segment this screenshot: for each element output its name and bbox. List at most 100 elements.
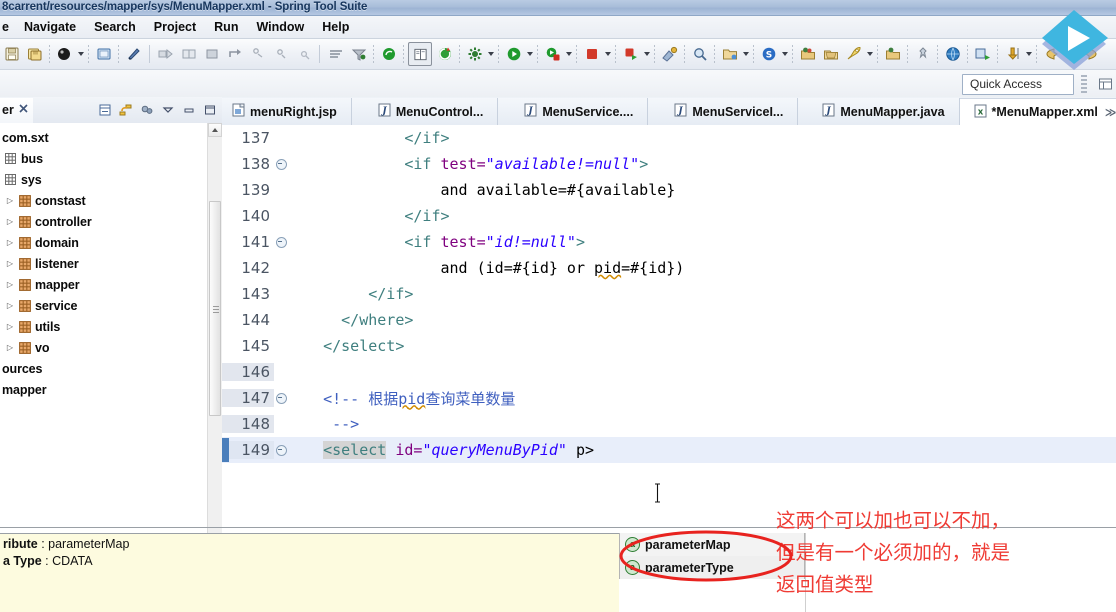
editor-tab-menumapper-java[interactable]: J MenuMapper.java (798, 98, 960, 125)
new-folder-icon[interactable] (719, 43, 740, 65)
refresh-icon[interactable] (434, 43, 455, 65)
editor-tab-menuserviceimpl[interactable]: J MenuServiceI... (648, 98, 799, 125)
menu-item-edit[interactable]: e (0, 18, 15, 36)
step-return-icon[interactable] (270, 43, 291, 65)
filter-icon[interactable] (348, 43, 369, 65)
minimize-icon[interactable] (179, 101, 198, 119)
spring-icon[interactable] (378, 43, 399, 65)
tree-item-ources[interactable]: ources (0, 358, 208, 379)
tree-item-sys[interactable]: sys (0, 169, 208, 190)
link-editor-icon[interactable] (116, 101, 135, 119)
fold-marker[interactable] (274, 158, 288, 170)
open-type-icon[interactable] (408, 42, 432, 66)
editor-tab-menuservice[interactable]: J MenuService.... (498, 98, 649, 125)
expand-arrow-icon[interactable]: ▷ (4, 238, 16, 247)
expand-arrow-icon[interactable]: ▷ (4, 322, 16, 331)
tree-item-mapper[interactable]: ▷ mapper (0, 274, 208, 295)
build-icon[interactable] (464, 43, 485, 65)
rocket-icon[interactable] (843, 43, 864, 65)
step-over-icon[interactable] (224, 43, 245, 65)
profile-icon[interactable] (620, 43, 641, 65)
editor-tab-menuright-jsp[interactable]: menuRight.jsp (222, 98, 352, 125)
expand-arrow-icon[interactable]: ▷ (4, 343, 16, 352)
external-tools-icon[interactable] (659, 43, 680, 65)
panel-sash[interactable] (0, 533, 619, 534)
tree-item-controller[interactable]: ▷ controller (0, 211, 208, 232)
debug-as-icon[interactable] (542, 43, 563, 65)
download-icon[interactable] (1002, 43, 1023, 65)
expand-arrow-icon[interactable]: ▷ (4, 280, 16, 289)
annotation-icon[interactable] (882, 43, 903, 65)
debug-dropdown-arrow[interactable] (76, 43, 85, 65)
toolbar-drag-handle[interactable] (1081, 75, 1087, 93)
package-icon[interactable] (797, 43, 818, 65)
menu-item-help[interactable]: Help (313, 18, 358, 36)
fold-marker[interactable] (274, 392, 288, 404)
deploy-icon[interactable] (972, 43, 993, 65)
run-dropdown-arrow[interactable] (525, 43, 534, 65)
close-icon[interactable] (18, 103, 29, 117)
view-filter-icon[interactable] (137, 101, 156, 119)
globe-icon[interactable] (942, 43, 963, 65)
tree-item-utils[interactable]: ▷ utils (0, 316, 208, 337)
columns-icon[interactable] (178, 43, 199, 65)
editor-tab-menumapper-xml[interactable]: x *MenuMapper.xml ≫ (959, 98, 1116, 125)
menu-item-project[interactable]: Project (145, 18, 205, 36)
tree-item-domain[interactable]: ▷ domain (0, 232, 208, 253)
resume-icon[interactable] (293, 43, 314, 65)
back-dropdown-arrow[interactable] (1063, 43, 1072, 65)
menu-item-navigate[interactable]: Navigate (15, 18, 85, 36)
quick-access-input[interactable]: Quick Access (962, 73, 1074, 95)
debug-as-dropdown-arrow[interactable] (564, 43, 573, 65)
expand-arrow-icon[interactable]: ▷ (4, 259, 16, 268)
tree-item-com-sxt[interactable]: com.sxt (0, 127, 208, 148)
profile-dropdown-arrow[interactable] (642, 43, 651, 65)
run-step-icon[interactable] (155, 43, 176, 65)
open-perspective-icon[interactable] (1094, 74, 1116, 94)
expand-arrow-icon[interactable]: ▷ (4, 217, 16, 226)
view-menu-icon[interactable] (158, 101, 177, 119)
toggle-markers-icon[interactable] (325, 43, 346, 65)
back-icon[interactable] (1041, 43, 1062, 65)
new-folder-dropdown-arrow[interactable] (741, 43, 750, 65)
tree-item-mapper-folder[interactable]: mapper (0, 379, 208, 400)
new-icon[interactable] (123, 43, 144, 65)
open-resource-dropdown-arrow[interactable] (780, 43, 789, 65)
rocket-dropdown-arrow[interactable] (865, 43, 874, 65)
maximize-icon[interactable] (200, 101, 219, 119)
expand-arrow-icon[interactable]: ▷ (4, 301, 16, 310)
forward-icon[interactable] (1080, 43, 1101, 65)
run-as-icon[interactable] (503, 43, 524, 65)
scrollbar-thumb[interactable] (209, 201, 221, 416)
stop-dropdown-arrow[interactable] (603, 43, 612, 65)
fold-marker[interactable] (274, 236, 288, 248)
tab-package-explorer[interactable]: er (0, 97, 33, 123)
search-icon[interactable] (689, 43, 710, 65)
tree-item-bus[interactable]: bus (0, 148, 208, 169)
menu-item-run[interactable]: Run (205, 18, 247, 36)
expand-arrow-icon[interactable]: ▷ (4, 196, 16, 205)
java-project-icon[interactable] (820, 43, 841, 65)
stop-icon[interactable] (581, 43, 602, 65)
menu-item-search[interactable]: Search (85, 18, 145, 36)
open-resource-icon[interactable]: S (758, 43, 779, 65)
terminate-icon[interactable] (201, 43, 222, 65)
tree-item-vo[interactable]: ▷ vo (0, 337, 208, 358)
build-dropdown-arrow[interactable] (486, 43, 495, 65)
chevron-right-icon[interactable]: ≫ (1105, 106, 1116, 119)
save-all-icon[interactable] (24, 43, 45, 65)
collapse-all-icon[interactable] (95, 101, 114, 119)
download-dropdown-arrow[interactable] (1024, 43, 1033, 65)
tree-item-service[interactable]: ▷ service (0, 295, 208, 316)
scroll-up-arrow-icon[interactable] (208, 123, 222, 137)
menu-item-window[interactable]: Window (247, 18, 313, 36)
tree-item-listener[interactable]: ▷ listener (0, 253, 208, 274)
fold-marker[interactable] (274, 444, 288, 456)
debug-icon[interactable] (54, 43, 75, 65)
tree-item-constast[interactable]: ▷ constast (0, 190, 208, 211)
step-into-icon[interactable] (247, 43, 268, 65)
print-icon[interactable] (93, 43, 114, 65)
editor-tab-menucontroller[interactable]: J MenuControl... (351, 98, 499, 125)
save-icon[interactable] (1, 43, 22, 65)
pin-icon[interactable] (912, 43, 933, 65)
